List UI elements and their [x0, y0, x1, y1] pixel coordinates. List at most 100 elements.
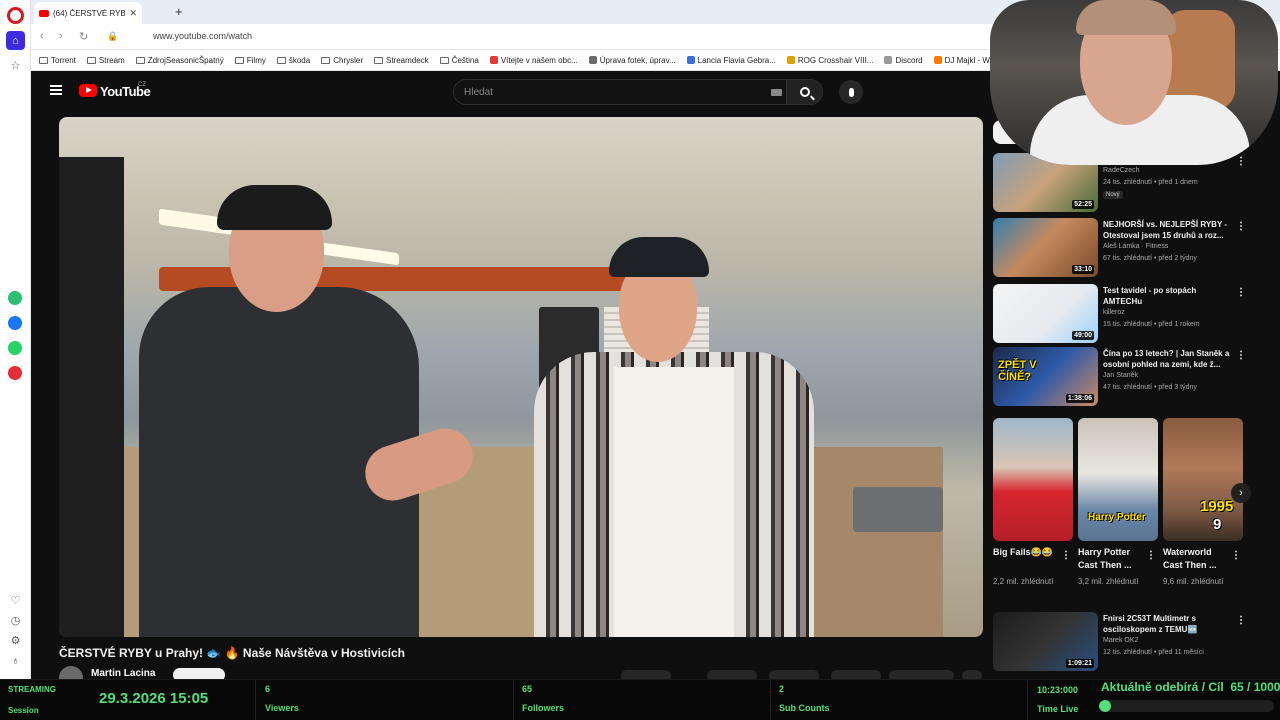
- session-label: Session: [8, 706, 39, 715]
- video-duration: 1:38:06: [1065, 394, 1094, 403]
- time-live-value: 10:23:000: [1037, 685, 1079, 695]
- settings-icon[interactable]: ⚙: [6, 631, 25, 650]
- search-icon: [799, 87, 810, 97]
- divider: [770, 680, 771, 720]
- folder-icon: [39, 56, 48, 64]
- bookmark-item[interactable]: Discord: [884, 56, 923, 65]
- short-views: 9,6 mil. zhlédnutí: [1163, 577, 1224, 586]
- short-item[interactable]: Harry Potter Harry Potter Cast Then ... …: [1078, 418, 1158, 586]
- folder-icon: [276, 56, 286, 64]
- video-duration: 49:00: [1072, 331, 1094, 340]
- bookmark-item[interactable]: Čeština: [439, 56, 479, 65]
- channel-name[interactable]: Martin Lacina: [91, 668, 155, 679]
- short-title[interactable]: Waterworld Cast Then ...: [1163, 546, 1229, 572]
- bookmark-item[interactable]: Vítejte v našem obc...: [489, 56, 578, 65]
- voice-search-button[interactable]: [839, 80, 863, 104]
- channel-name[interactable]: Jan Staněk: [1103, 372, 1138, 379]
- divider: [513, 680, 514, 720]
- bookmark-label: ROG Crosshair VIII...: [797, 55, 874, 65]
- stream-stats-bar: STREAMING Session 29.3.2026 15:05 6 View…: [0, 679, 1280, 720]
- back-icon[interactable]: ‹: [40, 30, 44, 42]
- folder-icon: [321, 56, 331, 64]
- lock-icon[interactable]: 🔒: [107, 31, 118, 42]
- site-favicon-icon: [686, 56, 695, 64]
- chatgpt-icon[interactable]: [8, 291, 22, 305]
- video-player[interactable]: [59, 117, 983, 637]
- new-badge: Nový: [1103, 191, 1123, 199]
- whatsapp-icon[interactable]: [8, 341, 22, 355]
- site-favicon-icon: [786, 56, 795, 64]
- recommended-video[interactable]: 49:00 Test tavidel - po stopách AMTECHu ki…: [993, 284, 1248, 344]
- recommended-video[interactable]: ZPĚT V ČÍNĚ? 1:38:06 Čína po 13 letech? | …: [993, 347, 1248, 407]
- video-thumbnail[interactable]: 49:00: [993, 284, 1098, 343]
- search-input[interactable]: [454, 80, 784, 104]
- video-thumbnail[interactable]: 1:09:21: [993, 612, 1098, 671]
- keyboard-icon[interactable]: [771, 89, 782, 96]
- bookmark-item[interactable]: Úprava fotek, úprav...: [588, 56, 676, 65]
- bookmark-item[interactable]: ROG Crosshair VIII...: [786, 55, 874, 65]
- url-field[interactable]: www.youtube.com/watch: [153, 31, 252, 41]
- video-title[interactable]: Fnirsi 2C53T Multimetr s osciloskopem z …: [1103, 613, 1233, 635]
- bookmark-item[interactable]: ZdrojSeasonicŠpatný: [135, 56, 224, 65]
- bookmark-item[interactable]: Torrent: [39, 56, 76, 65]
- bookmark-item[interactable]: Streamdeck: [374, 56, 429, 65]
- more-options-icon[interactable]: ⋮: [1236, 350, 1246, 361]
- messenger-icon[interactable]: [8, 316, 22, 330]
- reload-icon[interactable]: ↻: [79, 30, 88, 43]
- more-options-icon[interactable]: ⋮: [1236, 221, 1246, 232]
- new-tab-icon[interactable]: +: [175, 4, 183, 19]
- opera-logo-icon[interactable]: [7, 7, 24, 24]
- more-options-icon[interactable]: ⋮: [1061, 550, 1071, 561]
- more-options-icon[interactable]: ⋮: [1231, 550, 1241, 561]
- bookmark-item[interactable]: Chrysler: [321, 56, 363, 65]
- channel-name[interactable]: killeroz: [1103, 309, 1125, 316]
- short-overlay-text: 1995: [1200, 498, 1234, 515]
- tab-youtube[interactable]: (64) ČERSTVÉ RYBY u ✕: [34, 2, 142, 24]
- close-tab-icon[interactable]: ✕: [129, 8, 137, 19]
- site-favicon-icon: [489, 56, 498, 64]
- short-title[interactable]: Harry Potter Cast Then ...: [1078, 546, 1144, 572]
- microphone-icon: [848, 87, 854, 97]
- recommended-video[interactable]: 33:10 NEJHORŠÍ vs. NEJLEPŠÍ RYBY - Otesto…: [993, 218, 1248, 278]
- history-icon[interactable]: ◷: [6, 611, 25, 630]
- home-icon[interactable]: ⌂: [6, 31, 25, 50]
- video-title[interactable]: NEJHORŠÍ vs. NEJLEPŠÍ RYBY - Otestoval j…: [1103, 219, 1233, 241]
- bookmark-item[interactable]: škoda: [276, 56, 310, 65]
- video-title[interactable]: Čína po 13 letech? | Jan Staněk a osobní…: [1103, 348, 1233, 370]
- session-datetime: 29.3.2026 15:05: [99, 690, 209, 707]
- music-player-icon[interactable]: [8, 366, 22, 380]
- short-title[interactable]: Big Fails😂😂: [993, 546, 1059, 559]
- channel-name[interactable]: RadeCzech: [1103, 167, 1140, 174]
- bookmark-item[interactable]: Stream: [86, 56, 125, 65]
- favorites-icon[interactable]: ♡: [6, 591, 25, 610]
- search-button[interactable]: [786, 80, 822, 104]
- speed-dial-icon[interactable]: ☆: [6, 56, 25, 75]
- short-thumbnail[interactable]: 1995 9: [1163, 418, 1243, 541]
- shorts-shelf: Big Fails😂😂 2,2 mil. zhlédnutí ⋮ Harry P…: [993, 418, 1251, 608]
- youtube-logo-icon[interactable]: [79, 84, 97, 97]
- short-thumbnail[interactable]: Harry Potter: [1078, 418, 1158, 541]
- sub-counts-count: 2: [779, 684, 785, 694]
- recommended-video[interactable]: 1:09:21 Fnirsi 2C53T Multimetr s oscilosk…: [993, 612, 1248, 672]
- video-title[interactable]: Test tavidel - po stopách AMTECHu: [1103, 285, 1233, 307]
- tips-icon[interactable]: ♁: [6, 651, 25, 670]
- video-thumbnail[interactable]: 33:10: [993, 218, 1098, 277]
- viewers-count: 6: [265, 684, 271, 694]
- short-thumbnail[interactable]: [993, 418, 1073, 541]
- channel-name[interactable]: Aleš Lamka · Fitness: [1103, 243, 1168, 250]
- forward-icon[interactable]: ›: [59, 30, 63, 42]
- youtube-favicon-icon: [39, 9, 49, 17]
- more-options-icon[interactable]: ⋮: [1146, 550, 1156, 561]
- next-arrow-icon[interactable]: ›: [1231, 483, 1251, 503]
- more-options-icon[interactable]: ⋮: [1236, 615, 1246, 626]
- goal-progress-fill: [1099, 700, 1112, 712]
- channel-name[interactable]: Marek OK2: [1103, 637, 1138, 644]
- video-thumbnail[interactable]: ZPĚT V ČÍNĚ? 1:38:06: [993, 347, 1098, 406]
- short-item[interactable]: 1995 9 Waterworld Cast Then ... 9,6 mil.…: [1163, 418, 1243, 586]
- bookmark-item[interactable]: Filmy: [234, 56, 266, 65]
- bookmark-item[interactable]: Lancia Flavia Gebra...: [686, 56, 776, 65]
- short-item[interactable]: Big Fails😂😂 2,2 mil. zhlédnutí ⋮: [993, 418, 1073, 586]
- more-options-icon[interactable]: ⋮: [1236, 287, 1246, 298]
- followers-count: 65: [522, 684, 533, 694]
- menu-icon[interactable]: [50, 85, 62, 95]
